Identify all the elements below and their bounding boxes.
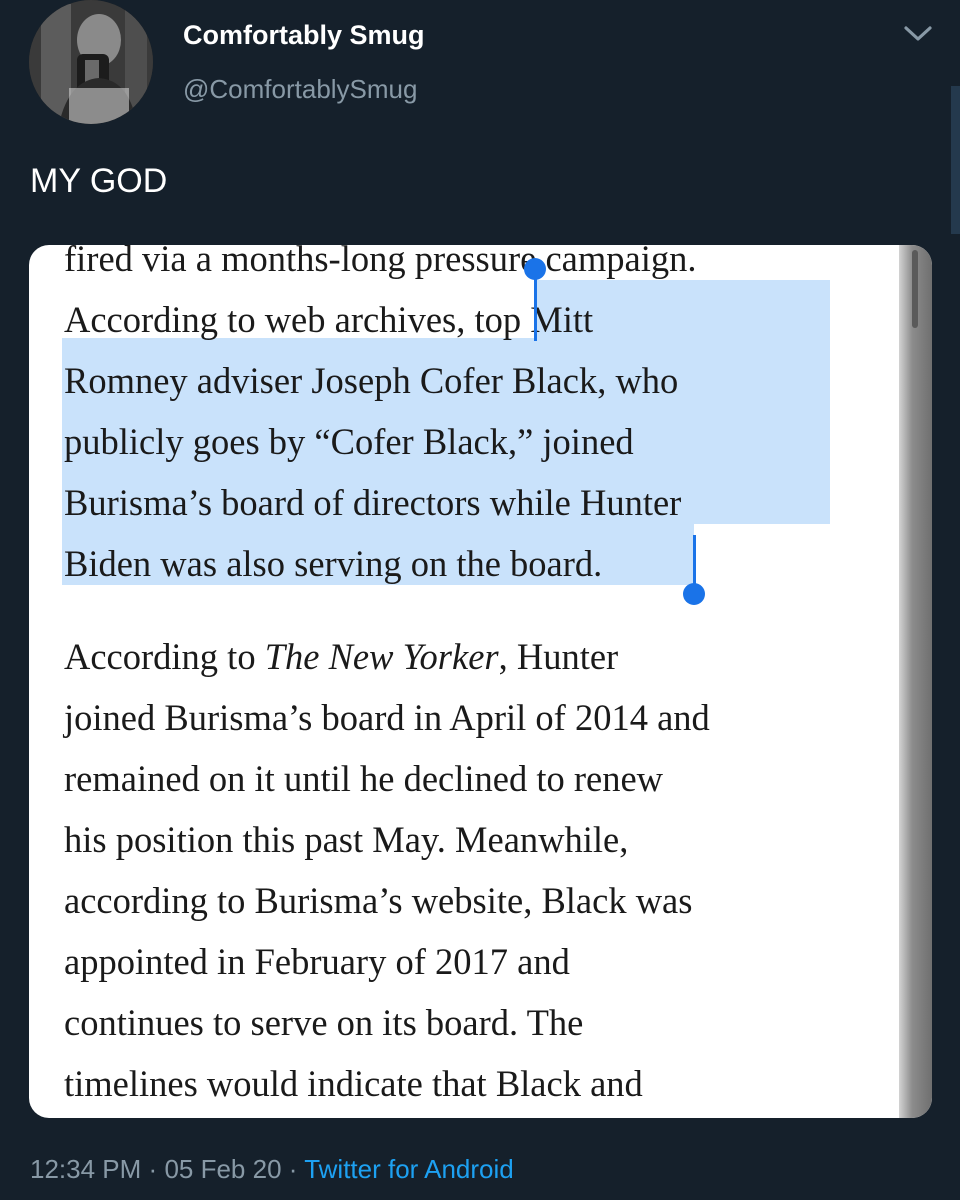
avatar[interactable] (29, 0, 153, 124)
article-text: , Hunter (498, 636, 619, 677)
selection-start-handle[interactable] (524, 258, 546, 280)
tweet-time: 12:34 PM (30, 1154, 142, 1184)
meta-separator: · (148, 1154, 158, 1184)
article-line: joined Burisma’s board in April of 2014 … (64, 697, 710, 738)
article-text: According to (64, 636, 265, 677)
page-scrollbar[interactable] (951, 86, 960, 234)
article-line: continues to serve on its board. The (64, 1002, 584, 1043)
attached-image[interactable]: fired via a months-long pressure campaig… (29, 245, 932, 1118)
profile-photo (29, 0, 153, 124)
selection-end-handle[interactable] (683, 583, 705, 605)
tweet-source-link[interactable]: Twitter for Android (304, 1154, 514, 1184)
article-line: fired via a months-long pressure campaig… (64, 245, 697, 279)
publication-name: The New Yorker (264, 636, 499, 677)
article-line: Romney adviser Joseph Cofer Black, who (64, 360, 679, 401)
article-line: According to web archives, top Mitt (64, 299, 594, 340)
tweet-meta: 12:34 PM · 05 Feb 20 · Twitter for Andro… (30, 1154, 514, 1185)
article-line: remained on it until he declined to rene… (64, 758, 664, 799)
article-line: timelines would indicate that Black and (64, 1063, 643, 1104)
user-handle[interactable]: @ComfortablySmug (183, 74, 417, 105)
chevron-down-icon[interactable] (900, 22, 936, 46)
article-line: publicly goes by “Cofer Black,” joined (64, 421, 634, 462)
article-line: according to Burisma’s website, Black wa… (64, 880, 693, 921)
article-line: According to The New Yorker, Hunter (64, 637, 618, 677)
screenshot-scrollbar-thumb (912, 250, 918, 328)
display-name[interactable]: Comfortably Smug (183, 20, 425, 51)
tweet-text: MY GOD (30, 162, 168, 200)
article-line: Biden was also serving on the board. (64, 543, 603, 584)
article-line: Burisma’s board of directors while Hunte… (64, 482, 682, 523)
meta-separator: · (288, 1154, 298, 1184)
article-line: his position this past May. Meanwhile, (64, 819, 629, 860)
tweet-date: 05 Feb 20 (164, 1154, 282, 1184)
screenshot-scrollbar (899, 245, 932, 1118)
article-line: appointed in February of 2017 and (64, 941, 570, 982)
